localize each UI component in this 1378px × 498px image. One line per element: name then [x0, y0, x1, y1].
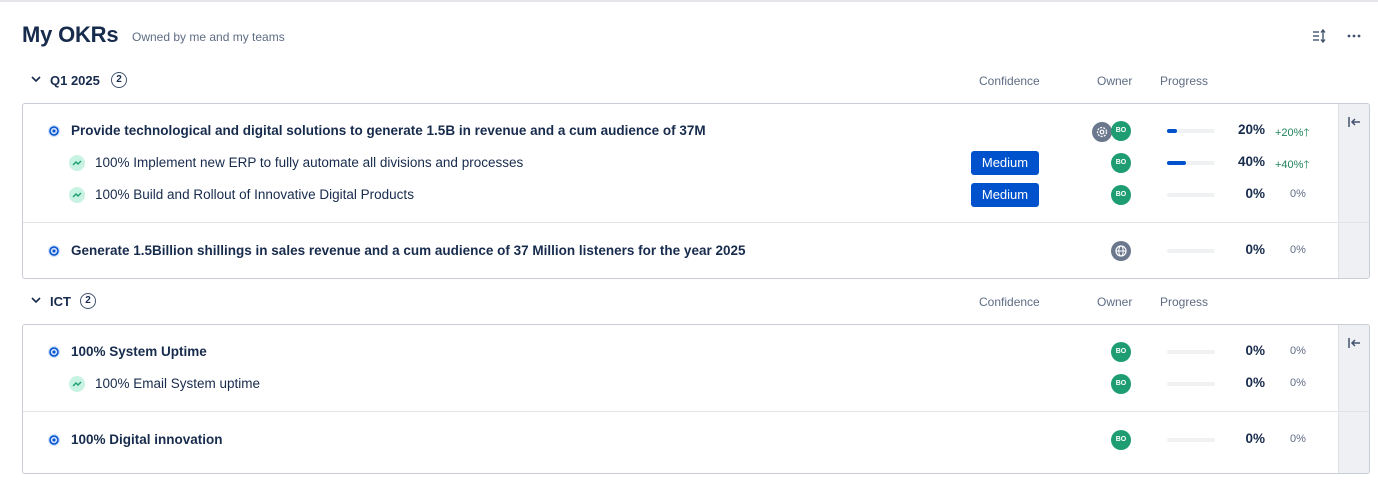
objective-row[interactable]: 100% System Uptime BO 0% 0%: [23, 336, 1339, 368]
objective-title[interactable]: Provide technological and digital soluti…: [71, 123, 706, 138]
okr-group-q1-2025: Q1 2025 2 Confidence Owner Progress Prov…: [22, 61, 1370, 279]
progress-delta: 0%: [1290, 433, 1306, 445]
key-result-title[interactable]: 100% Build and Rollout of Innovative Dig…: [95, 187, 414, 202]
objective-target-icon: [48, 434, 60, 446]
objective-target-icon: [48, 245, 60, 257]
progress-percent: 0%: [1245, 242, 1265, 257]
progress-percent: 40%: [1237, 154, 1265, 169]
objective-block: 100% System Uptime BO 0% 0% 100% Email S…: [23, 325, 1369, 412]
progress-fill: [1167, 129, 1177, 133]
column-header-confidence: Confidence: [979, 295, 1040, 309]
sort-icon[interactable]: [1310, 27, 1328, 45]
trend-up-icon: [69, 155, 85, 171]
progress-percent: 0%: [1245, 375, 1265, 390]
column-header-progress: Progress: [1160, 295, 1209, 309]
top-divider: [0, 0, 1378, 2]
owner-avatar[interactable]: BO: [1111, 342, 1131, 362]
objective-block: Generate 1.5Billion shillings in sales r…: [23, 223, 1369, 278]
group-header[interactable]: ICT 2 Confidence Owner Progress: [22, 282, 1370, 322]
page-title: My OKRs: [22, 22, 119, 47]
progress-bar: [1167, 382, 1215, 386]
owner-avatar[interactable]: BO: [1111, 374, 1131, 394]
progress-delta: +40%🡑: [1275, 156, 1309, 175]
objective-block: Provide technological and digital soluti…: [23, 104, 1369, 223]
owner-avatar[interactable]: BO: [1111, 185, 1131, 205]
progress-delta: +20%🡑: [1275, 124, 1309, 143]
objective-target-icon: [48, 346, 60, 358]
owner-avatar[interactable]: BO: [1111, 430, 1131, 450]
column-header-owner: Owner: [1097, 295, 1133, 309]
progress-delta-value: +40%: [1275, 159, 1304, 171]
objective-title[interactable]: 100% Digital innovation: [71, 432, 223, 447]
key-result-title[interactable]: 100% Implement new ERP to fully automate…: [95, 155, 523, 170]
progress-bar: [1167, 161, 1215, 165]
objective-title[interactable]: 100% System Uptime: [71, 344, 207, 359]
progress-bar: [1167, 129, 1215, 133]
objective-title[interactable]: Generate 1.5Billion shillings in sales r…: [71, 243, 746, 258]
progress-bar: [1167, 350, 1215, 354]
settings-icon: [1096, 126, 1108, 138]
key-result-row[interactable]: 100% Email System uptime BO 0% 0%: [23, 368, 1339, 400]
okr-card: 100% System Uptime BO 0% 0% 100% Email S…: [22, 324, 1370, 474]
progress-delta: 0%: [1290, 377, 1306, 389]
progress-percent: 0%: [1245, 431, 1265, 446]
key-result-row[interactable]: 100% Implement new ERP to fully automate…: [23, 147, 1339, 179]
objective-row[interactable]: 100% Digital innovation BO 0% 0%: [23, 424, 1339, 456]
chevron-down-icon[interactable]: [30, 294, 42, 306]
trend-up-icon: [69, 376, 85, 392]
arrow-up-icon: 🡑: [1303, 127, 1310, 139]
trend-up-icon: [69, 187, 85, 203]
more-horizontal-icon[interactable]: [1345, 27, 1363, 45]
objective-row[interactable]: Generate 1.5Billion shillings in sales r…: [23, 235, 1339, 267]
progress-delta-value: +20%: [1275, 127, 1304, 139]
objective-target-icon: [48, 125, 60, 137]
team-avatar[interactable]: [1091, 121, 1113, 143]
group-name: ICT: [50, 294, 71, 309]
column-header-progress: Progress: [1160, 74, 1209, 88]
chevron-down-icon[interactable]: [30, 73, 42, 85]
page-subtitle: Owned by me and my teams: [132, 30, 285, 44]
column-header-confidence: Confidence: [979, 74, 1040, 88]
progress-percent: 20%: [1237, 122, 1265, 137]
progress-bar: [1167, 193, 1215, 197]
progress-delta: 0%: [1290, 244, 1306, 256]
progress-percent: 0%: [1245, 186, 1265, 201]
column-header-owner: Owner: [1097, 74, 1133, 88]
progress-bar: [1167, 438, 1215, 442]
group-header[interactable]: Q1 2025 2 Confidence Owner Progress: [22, 61, 1370, 101]
owner-avatar[interactable]: BO: [1111, 121, 1131, 141]
confidence-badge[interactable]: Medium: [971, 151, 1039, 175]
progress-delta: 0%: [1290, 345, 1306, 357]
objective-block: 100% Digital innovation BO 0% 0%: [23, 412, 1369, 473]
group-count-badge: 2: [80, 293, 96, 309]
key-result-title[interactable]: 100% Email System uptime: [95, 376, 260, 391]
arrow-up-icon: 🡑: [1303, 159, 1310, 171]
owner-avatar[interactable]: BO: [1111, 153, 1131, 173]
progress-percent: 0%: [1245, 343, 1265, 358]
key-result-row[interactable]: 100% Build and Rollout of Innovative Dig…: [23, 179, 1339, 211]
okr-card: Provide technological and digital soluti…: [22, 103, 1370, 279]
progress-bar: [1167, 249, 1215, 253]
confidence-badge[interactable]: Medium: [971, 183, 1039, 207]
okr-group-ict: ICT 2 Confidence Owner Progress 100% Sys…: [22, 282, 1370, 474]
group-name: Q1 2025: [50, 73, 100, 88]
objective-row[interactable]: Provide technological and digital soluti…: [23, 115, 1339, 147]
progress-fill: [1167, 161, 1187, 165]
group-count-badge: 2: [111, 72, 127, 88]
organization-avatar[interactable]: [1111, 241, 1131, 261]
globe-icon: [1115, 245, 1127, 257]
progress-delta: 0%: [1290, 188, 1306, 200]
